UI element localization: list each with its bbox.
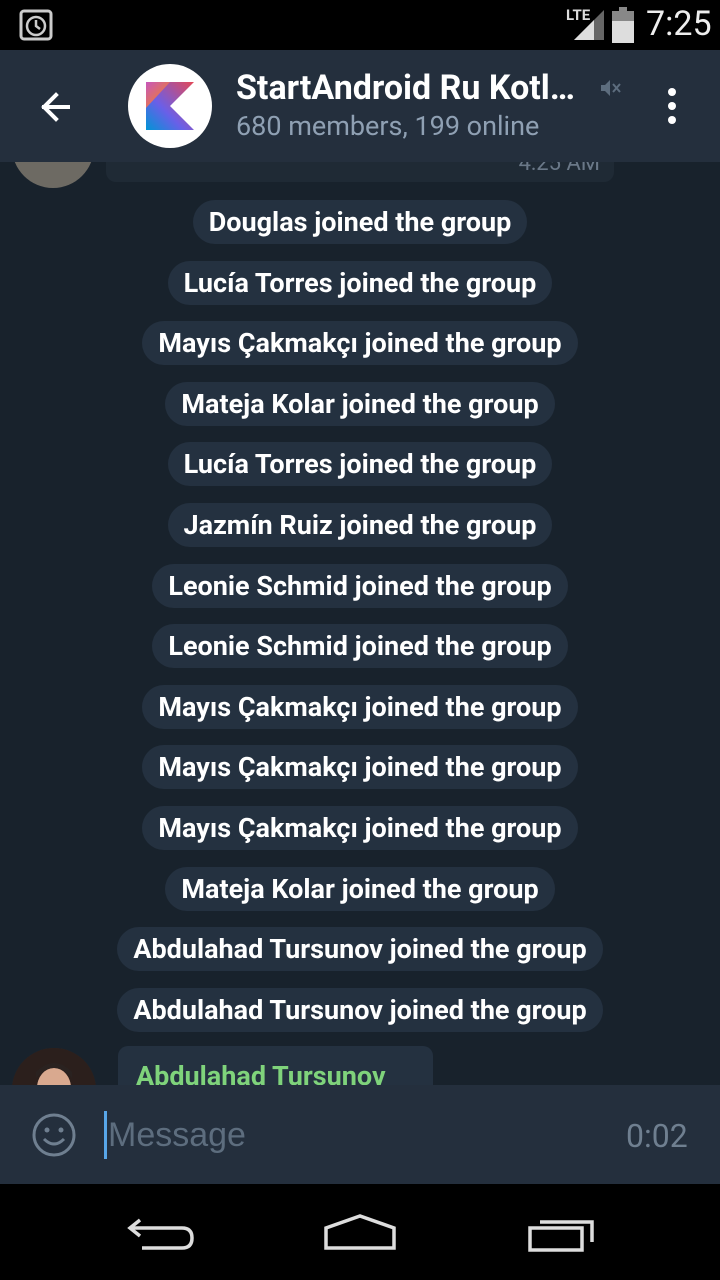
message-input[interactable]: [108, 1111, 588, 1159]
message-sender-name[interactable]: Abdulahad Tursunov: [136, 1060, 386, 1085]
system-navigation-bar: [0, 1184, 720, 1280]
nav-recents-icon[interactable]: [526, 1214, 598, 1254]
service-message[interactable]: Leonie Schmid joined the group: [152, 624, 568, 669]
service-message[interactable]: Abdulahad Tursunov joined the group: [117, 987, 603, 1032]
service-message[interactable]: Jazmín Ruiz joined the group: [167, 502, 553, 547]
group-title[interactable]: StartAndroid Ru Kotl…: [236, 68, 596, 108]
chat-header: StartAndroid Ru Kotl… 680 members, 199 o…: [0, 50, 720, 162]
service-message[interactable]: Mayıs Çakmakçı joined the group: [142, 684, 578, 729]
emoji-icon[interactable]: [30, 1111, 78, 1159]
status-time: 7:25: [646, 4, 712, 44]
service-message[interactable]: Abdulahad Tursunov joined the group: [117, 927, 603, 972]
sender-avatar[interactable]: [12, 1048, 96, 1085]
service-message[interactable]: Mayıs Çakmakçı joined the group: [142, 321, 578, 366]
nav-back-icon[interactable]: [124, 1214, 196, 1254]
back-arrow-icon[interactable]: [32, 83, 80, 131]
signal-icon: [574, 10, 604, 40]
previous-message-bubble[interactable]: 4:25 AM: [106, 162, 614, 182]
battery-icon: [612, 7, 634, 43]
person-photo: [12, 1048, 96, 1085]
message-time: 4:25 AM: [518, 162, 600, 176]
service-message[interactable]: Lucía Torres joined the group: [167, 260, 553, 305]
kotlin-logo: [146, 82, 194, 130]
status-bar: LTE 7:25: [0, 0, 720, 50]
message-compose-bar: 0:02: [0, 1085, 720, 1184]
alarm-icon: [19, 9, 53, 41]
group-avatar[interactable]: [128, 64, 212, 148]
previous-sender-avatar[interactable]: [12, 162, 94, 188]
recording-timer: 0:02: [626, 1117, 688, 1155]
service-message[interactable]: Leonie Schmid joined the group: [152, 563, 568, 608]
service-message[interactable]: Mateja Kolar joined the group: [165, 866, 555, 911]
mute-icon: [601, 80, 621, 96]
service-message-list: Douglas joined the group Lucía Torres jo…: [0, 200, 720, 1048]
nav-home-icon[interactable]: [322, 1212, 398, 1252]
group-member-count: 680 members, 199 online: [236, 110, 540, 142]
service-message[interactable]: Mayıs Çakmakçı joined the group: [142, 745, 578, 790]
service-message[interactable]: Mateja Kolar joined the group: [165, 381, 555, 426]
text-cursor: [104, 1111, 107, 1159]
service-message[interactable]: Mayıs Çakmakçı joined the group: [142, 805, 578, 850]
service-message[interactable]: Lucía Torres joined the group: [167, 442, 553, 487]
service-message[interactable]: Douglas joined the group: [192, 200, 528, 244]
more-vert-icon[interactable]: [656, 86, 688, 126]
chat-history[interactable]: 4:25 AM Douglas joined the group Lucía T…: [0, 162, 720, 1085]
message-bubble[interactable]: Abdulahad Tursunov: [118, 1046, 433, 1085]
